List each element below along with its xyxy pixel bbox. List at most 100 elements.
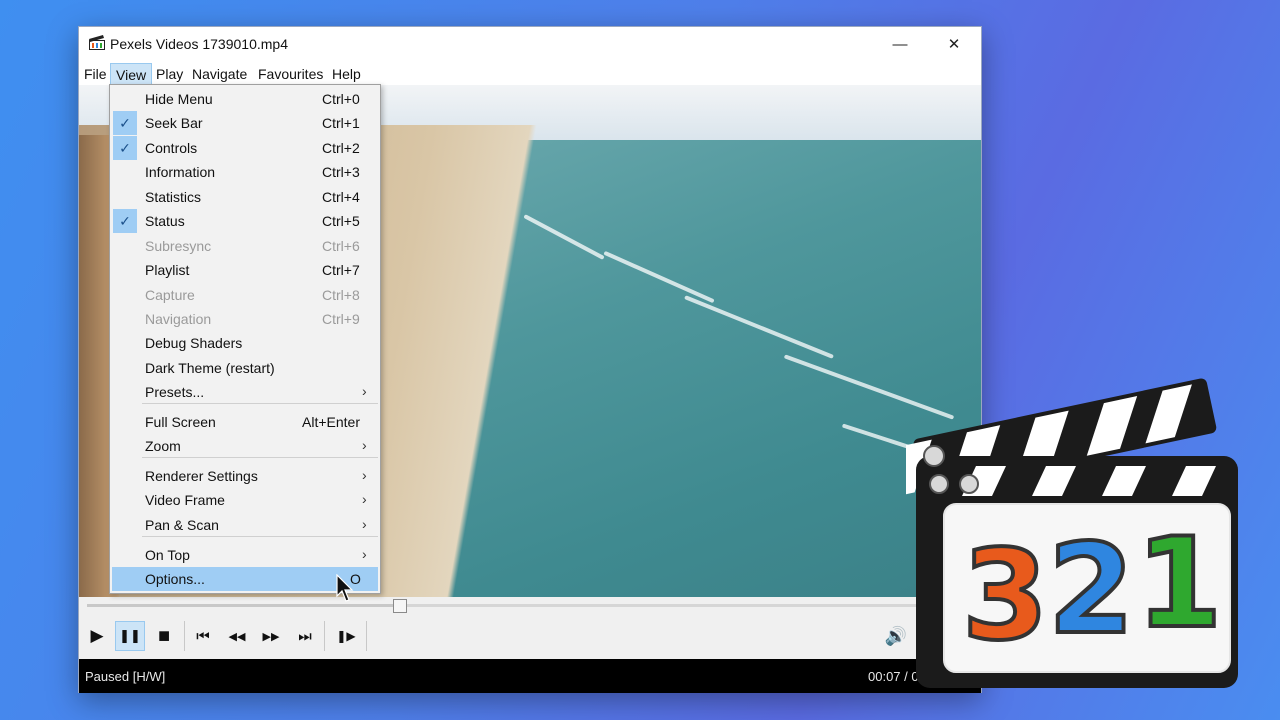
- view-menu-item-label: Seek Bar: [145, 115, 203, 131]
- view-menu-item-zoom[interactable]: Zoom ›: [112, 434, 378, 458]
- view-menu-item-label: Navigation: [145, 311, 212, 327]
- stop-icon: ■: [157, 624, 171, 647]
- menu-play[interactable]: Play: [151, 63, 188, 85]
- previous-button[interactable]: ⏮: [188, 621, 218, 651]
- menu-separator: [142, 536, 378, 537]
- check-icon: [113, 283, 137, 307]
- frame-step-icon: ❚▶: [336, 629, 356, 643]
- view-menu-dropdown: Hide Menu Ctrl+0 ✓ Seek Bar Ctrl+1 ✓ Controls C…: [109, 84, 381, 594]
- view-menu-item-label: Controls: [145, 140, 198, 156]
- view-menu-item-label: Renderer Settings: [145, 468, 258, 484]
- seek-progress: [87, 604, 400, 607]
- check-icon: [113, 356, 137, 380]
- view-menu-item-statistics[interactable]: Statistics Ctrl+4: [112, 185, 378, 209]
- view-menu-item-label: Capture: [145, 287, 195, 303]
- view-menu-item-pan-scan[interactable]: Pan & Scan ›: [112, 513, 378, 537]
- rewind-icon: ◀◀: [228, 630, 246, 643]
- view-menu-item-status[interactable]: ✓ Status Ctrl+5: [112, 209, 378, 233]
- view-menu-item-controls[interactable]: ✓ Controls Ctrl+2: [112, 136, 378, 160]
- stop-button[interactable]: ■: [149, 621, 179, 651]
- check-icon: [113, 380, 137, 404]
- controls-separator: [366, 621, 367, 651]
- logo-digit-1: 1: [1136, 512, 1222, 656]
- view-menu-item-on-top[interactable]: On Top ›: [112, 543, 378, 567]
- window-title: Pexels Videos 1739010.mp4: [110, 36, 288, 52]
- view-menu-item-shortcut: Ctrl+7: [322, 262, 360, 278]
- check-icon: [113, 434, 137, 458]
- view-menu-item-information[interactable]: Information Ctrl+3: [112, 160, 378, 184]
- check-icon: [113, 331, 137, 355]
- check-icon: [113, 307, 137, 331]
- check-icon: ✓: [113, 111, 137, 135]
- view-menu-item-playlist[interactable]: Playlist Ctrl+7: [112, 258, 378, 282]
- playback-status: Paused [H/W]: [85, 669, 166, 684]
- logo-digit-3: 3: [962, 524, 1048, 668]
- seek-thumb[interactable]: [393, 599, 407, 613]
- menu-file[interactable]: File: [79, 63, 112, 85]
- controls-separator: [184, 621, 185, 651]
- controls-bar: ▶ ❚❚ ■ ⏮ ◀◀ ▶▶ ⏭ ❚▶ 🔊: [79, 613, 981, 659]
- rewind-button[interactable]: ◀◀: [222, 621, 252, 651]
- submenu-arrow-icon: ›: [362, 546, 367, 562]
- view-menu-item-seek-bar[interactable]: ✓ Seek Bar Ctrl+1: [112, 111, 378, 135]
- menu-view[interactable]: View: [110, 63, 153, 85]
- view-menu-item-shortcut: Alt+Enter: [302, 414, 360, 430]
- view-menu-item-subresync[interactable]: Subresync Ctrl+6: [112, 234, 378, 258]
- check-icon: [113, 567, 137, 591]
- view-menu-item-renderer-settings[interactable]: Renderer Settings ›: [112, 464, 378, 488]
- check-icon: [113, 513, 137, 537]
- next-button[interactable]: ⏭: [290, 621, 320, 651]
- skip-forward-icon: ⏭: [298, 627, 312, 645]
- logo-digit-2: 2: [1048, 518, 1134, 662]
- view-menu-item-shortcut: Ctrl+5: [322, 213, 360, 229]
- view-menu-item-video-frame[interactable]: Video Frame ›: [112, 488, 378, 512]
- title-bar: Pexels Videos 1739010.mp4 — ✕: [79, 27, 981, 61]
- check-icon: [113, 410, 137, 434]
- status-bar: Paused [H/W] 00:07 / 00:20: [79, 659, 981, 693]
- play-button[interactable]: ▶: [82, 621, 112, 651]
- check-icon: [113, 488, 137, 512]
- check-icon: [113, 258, 137, 282]
- seek-bar[interactable]: [79, 597, 981, 613]
- mouse-cursor-icon: [336, 574, 354, 602]
- close-button[interactable]: ✕: [927, 27, 981, 61]
- view-menu-item-shortcut: Ctrl+1: [322, 115, 360, 131]
- menu-help[interactable]: Help: [327, 63, 366, 85]
- view-menu-item-shortcut: Ctrl+2: [322, 140, 360, 156]
- menu-bar: File View Play Navigate Favourites Help: [79, 61, 981, 85]
- view-menu-item-presets[interactable]: Presets... ›: [112, 380, 378, 404]
- view-menu-item-full-screen[interactable]: Full Screen Alt+Enter: [112, 410, 378, 434]
- fast-forward-button[interactable]: ▶▶: [256, 621, 286, 651]
- check-icon: [113, 185, 137, 209]
- view-menu-item-shortcut: Ctrl+3: [322, 164, 360, 180]
- menu-separator: [142, 457, 378, 458]
- frame-step-button[interactable]: ❚▶: [331, 621, 361, 651]
- view-menu-item-label: Presets...: [145, 384, 205, 400]
- view-menu-item-label: Video Frame: [145, 492, 225, 508]
- check-icon: ✓: [113, 209, 137, 233]
- close-icon: ✕: [947, 36, 961, 53]
- view-menu-item-shortcut: Ctrl+4: [322, 189, 360, 205]
- view-menu-item-debug-shaders[interactable]: Debug Shaders: [112, 331, 378, 355]
- menu-separator: [142, 403, 378, 404]
- view-menu-item-label: Statistics: [145, 189, 202, 205]
- seek-track[interactable]: [87, 599, 957, 613]
- view-menu-item-label: Information: [145, 164, 216, 180]
- submenu-arrow-icon: ›: [362, 437, 367, 453]
- submenu-arrow-icon: ›: [362, 491, 367, 507]
- check-icon: ✓: [113, 136, 137, 160]
- menu-navigate[interactable]: Navigate: [187, 63, 252, 85]
- view-menu-item-hide-menu[interactable]: Hide Menu Ctrl+0: [112, 87, 378, 111]
- pause-icon: ❚❚: [119, 628, 141, 643]
- view-menu-item-label: Playlist: [145, 262, 190, 278]
- view-menu-item-navigation[interactable]: Navigation Ctrl+9: [112, 307, 378, 331]
- view-menu-item-shortcut: Ctrl+0: [322, 91, 360, 107]
- check-icon: [113, 87, 137, 111]
- pause-button[interactable]: ❚❚: [115, 621, 145, 651]
- submenu-arrow-icon: ›: [362, 467, 367, 483]
- menu-favourites[interactable]: Favourites: [253, 63, 328, 85]
- speaker-icon: 🔊: [884, 625, 908, 646]
- view-menu-item-dark-theme-restart[interactable]: Dark Theme (restart): [112, 356, 378, 380]
- view-menu-item-label: Pan & Scan: [145, 517, 219, 533]
- view-menu-item-capture[interactable]: Capture Ctrl+8: [112, 283, 378, 307]
